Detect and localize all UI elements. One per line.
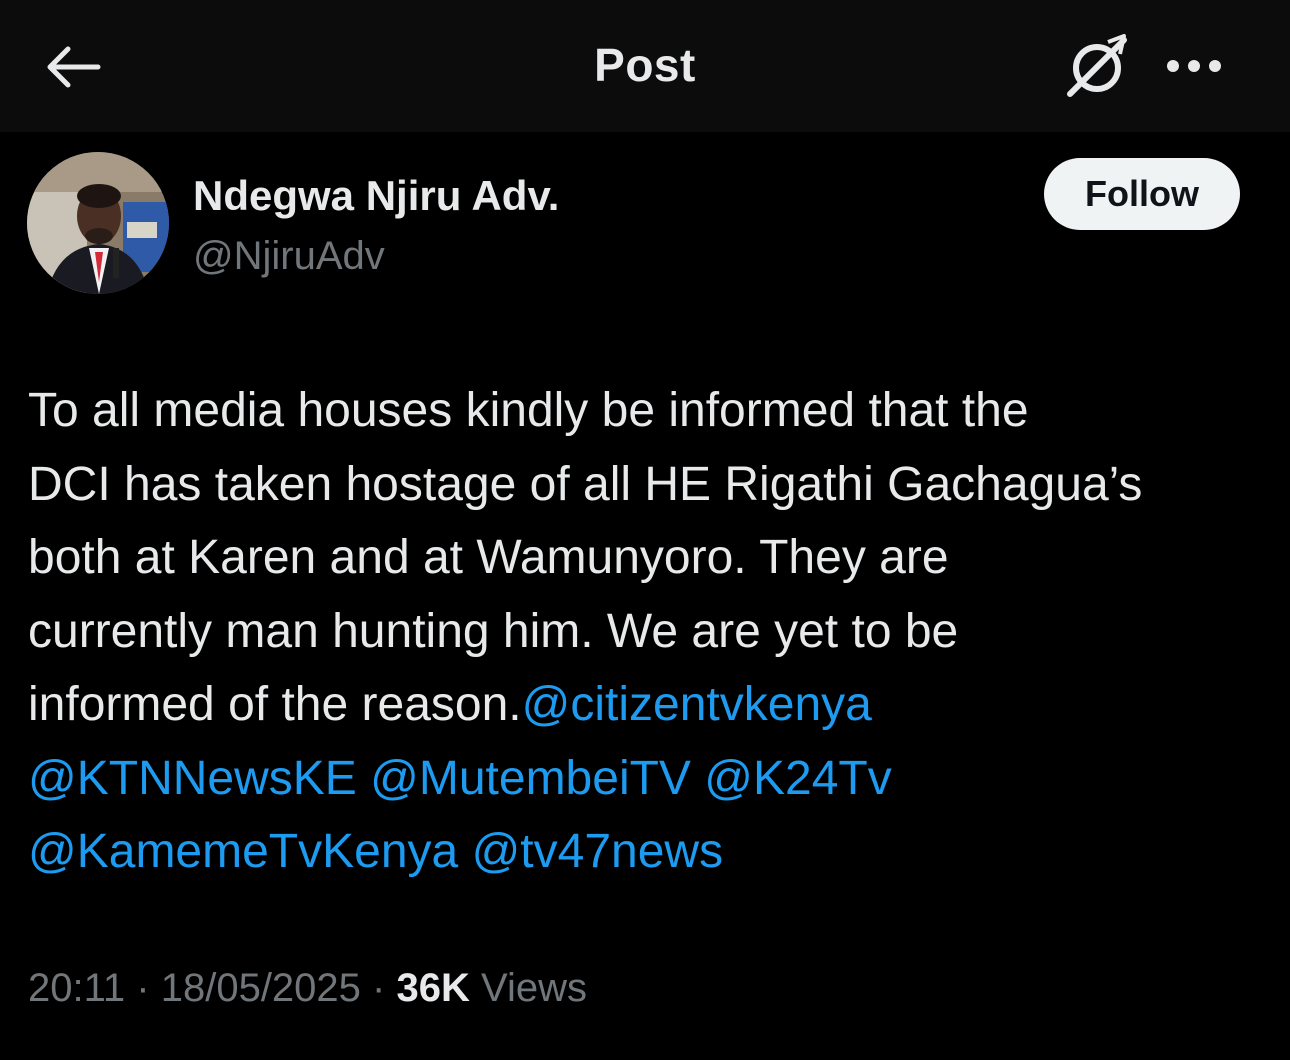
meta-separator: · [372, 966, 386, 1010]
author-display-name[interactable]: Ndegwa Njiru Adv. [193, 172, 559, 220]
tweet-text-line: DCI has taken hostage of all HE Rigathi … [28, 457, 1143, 511]
views-count[interactable]: 36K [397, 966, 470, 1010]
mention-link[interactable]: @K24Tv [704, 752, 891, 805]
tweet-time[interactable]: 20:11 [28, 966, 125, 1010]
tweet-text-line: both at Karen and at Wamunyoro. They are [28, 531, 949, 584]
follow-button[interactable]: Follow [1044, 158, 1240, 230]
tweet-text: To all media houses kindly be informed t… [28, 374, 1273, 889]
mention-link[interactable]: @tv47news [472, 825, 724, 878]
tweet-date[interactable]: 18/05/2025 [161, 966, 361, 1010]
mention-link[interactable]: @KamemeTvKenya [28, 825, 458, 878]
tweet-text-line: currently man hunting him. We are yet to… [28, 604, 959, 658]
mention-link[interactable]: @MutembeiTV [370, 752, 691, 805]
more-dots-icon [1167, 60, 1221, 72]
meta-separator: · [136, 966, 150, 1010]
grok-button[interactable] [1062, 30, 1136, 102]
author-handle[interactable]: @NjiruAdv [193, 234, 385, 279]
tweet-text-line: To all media houses kindly be informed t… [28, 384, 1029, 437]
grok-icon [1067, 34, 1127, 97]
avatar-photo [27, 152, 169, 294]
avatar[interactable] [27, 152, 169, 294]
views-label[interactable]: Views [481, 966, 587, 1010]
mention-link[interactable]: @citizentvkenya [522, 678, 872, 731]
tweet-text-line: informed of the reason. [28, 678, 522, 731]
mention-link[interactable]: @KTNNewsKE [28, 752, 357, 805]
top-bar: Post [0, 0, 1290, 132]
more-options-button[interactable] [1158, 40, 1230, 92]
tweet-meta: 20:11 · 18/05/2025 · 36K Views [28, 966, 587, 1011]
